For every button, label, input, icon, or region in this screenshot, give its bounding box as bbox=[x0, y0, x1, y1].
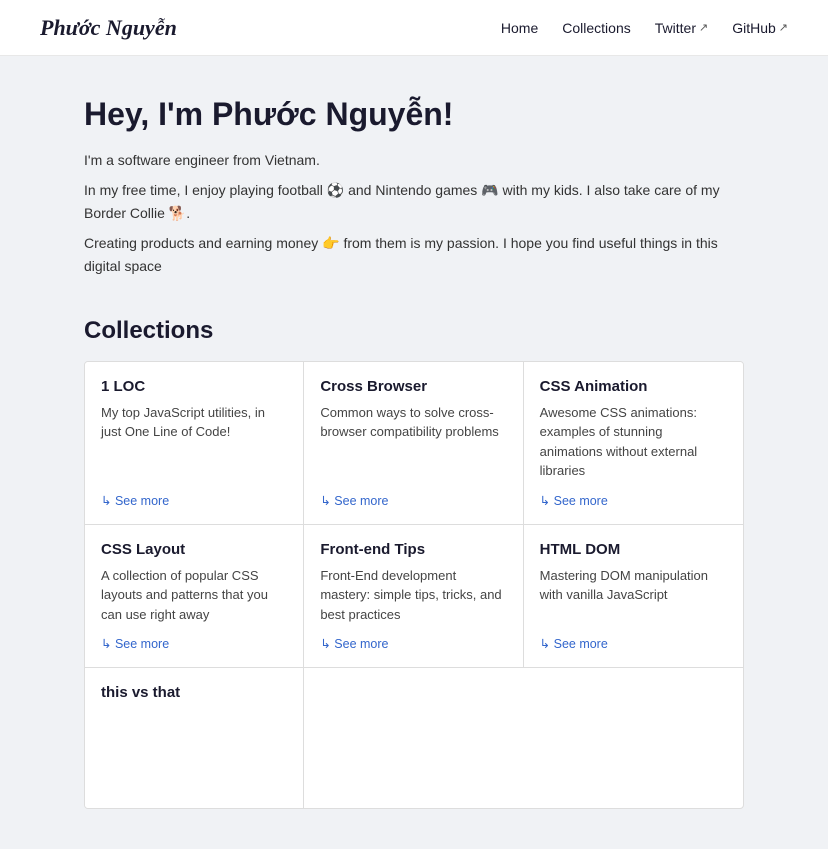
card-see-more-link[interactable]: ↳ See more bbox=[101, 493, 287, 508]
hero-para-3: Creating products and earning money 👉 fr… bbox=[84, 232, 744, 277]
collection-card-css-layout[interactable]: CSS Layout A collection of popular CSS l… bbox=[85, 525, 304, 669]
hero-para-2: In my free time, I enjoy playing footbal… bbox=[84, 179, 744, 224]
hero-heading: Hey, I'm Phước Nguyễn! bbox=[84, 96, 744, 133]
collection-card-this-vs-that[interactable]: this vs that bbox=[85, 668, 304, 808]
nav-twitter[interactable]: Twitter ↗ bbox=[655, 20, 708, 36]
card-description: Awesome CSS animations: examples of stun… bbox=[540, 403, 727, 481]
collection-card-css-animation[interactable]: CSS Animation Awesome CSS animations: ex… bbox=[524, 362, 743, 525]
collection-card-1loc[interactable]: 1 LOC My top JavaScript utilities, in ju… bbox=[85, 362, 304, 525]
card-description: Front-End development mastery: simple ti… bbox=[320, 566, 506, 625]
collection-card-html-dom[interactable]: HTML DOM Mastering DOM manipulation with… bbox=[524, 525, 743, 669]
external-link-icon: ↗ bbox=[699, 21, 708, 34]
card-see-more-link[interactable]: ↳ See more bbox=[320, 493, 506, 508]
card-title: CSS Animation bbox=[540, 378, 727, 395]
collections-heading: Collections bbox=[84, 317, 744, 345]
card-title: Front-end Tips bbox=[320, 541, 506, 558]
external-link-icon: ↗ bbox=[779, 21, 788, 34]
collection-card-frontend-tips[interactable]: Front-end Tips Front-End development mas… bbox=[304, 525, 523, 669]
nav-links: Home Collections Twitter ↗ GitHub ↗ bbox=[501, 20, 788, 36]
collections-grid: 1 LOC My top JavaScript utilities, in ju… bbox=[84, 361, 744, 810]
hero-para-1: I'm a software engineer from Vietnam. bbox=[84, 149, 744, 171]
card-description: Mastering DOM manipulation with vanilla … bbox=[540, 566, 727, 625]
site-logo: Phước Nguyễn bbox=[40, 15, 177, 41]
card-description: My top JavaScript utilities, in just One… bbox=[101, 403, 287, 481]
card-description: A collection of popular CSS layouts and … bbox=[101, 566, 287, 625]
nav-collections[interactable]: Collections bbox=[562, 20, 630, 36]
card-title: HTML DOM bbox=[540, 541, 727, 558]
card-description bbox=[101, 709, 287, 792]
card-see-more-link[interactable]: ↳ See more bbox=[101, 636, 287, 651]
card-see-more-link[interactable]: ↳ See more bbox=[320, 636, 506, 651]
card-see-more-link[interactable]: ↳ See more bbox=[540, 493, 727, 508]
card-title: CSS Layout bbox=[101, 541, 287, 558]
collections-section: Collections 1 LOC My top JavaScript util… bbox=[84, 317, 744, 810]
card-description: Common ways to solve cross-browser compa… bbox=[320, 403, 506, 481]
card-see-more-link[interactable]: ↳ See more bbox=[540, 636, 727, 651]
collection-card-cross-browser[interactable]: Cross Browser Common ways to solve cross… bbox=[304, 362, 523, 525]
hero-section: Hey, I'm Phước Nguyễn! I'm a software en… bbox=[84, 96, 744, 277]
card-title: Cross Browser bbox=[320, 378, 506, 395]
card-title: 1 LOC bbox=[101, 378, 287, 395]
nav-github[interactable]: GitHub ↗ bbox=[732, 20, 788, 36]
card-title: this vs that bbox=[101, 684, 287, 701]
main-content: Hey, I'm Phước Nguyễn! I'm a software en… bbox=[64, 56, 764, 849]
nav-home[interactable]: Home bbox=[501, 20, 538, 36]
navbar: Phước Nguyễn Home Collections Twitter ↗ … bbox=[0, 0, 828, 56]
